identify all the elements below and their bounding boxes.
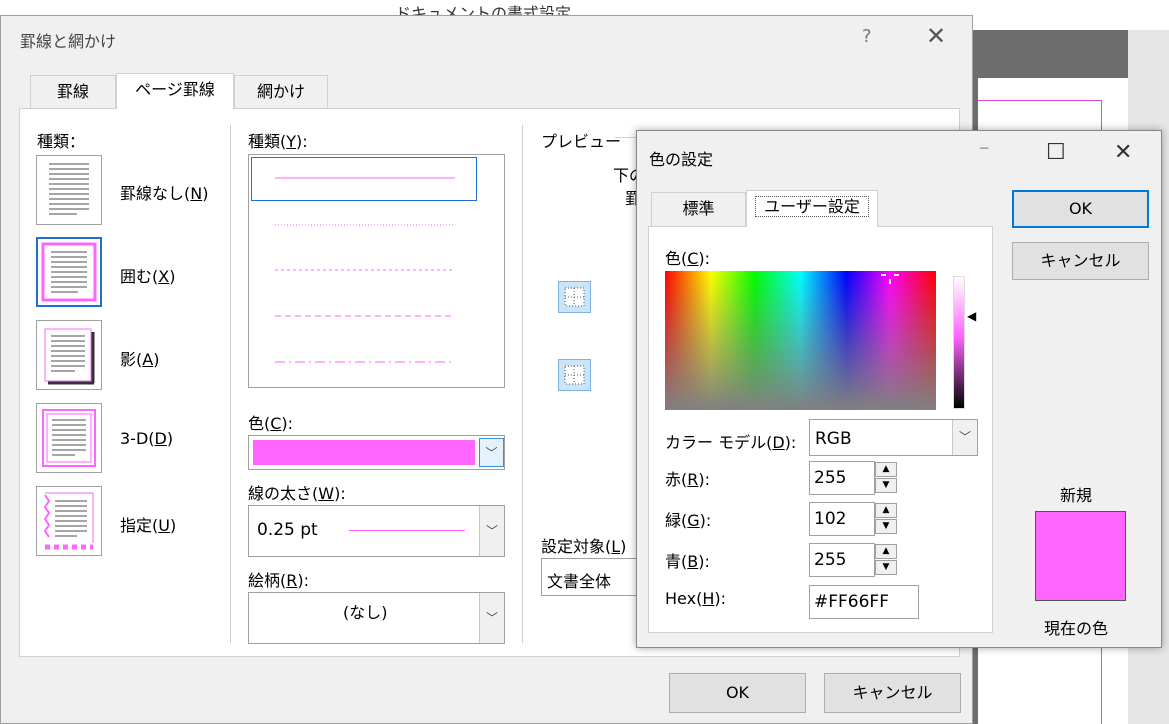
preview-label: プレビュー xyxy=(541,132,622,151)
green-input[interactable]: 102 xyxy=(809,502,875,536)
line-width-dropdown[interactable]: 0.25 pt ﹀ xyxy=(248,505,505,557)
setting-custom-thumbnail[interactable] xyxy=(36,486,102,556)
color-label: 色(C): xyxy=(248,414,294,433)
color-ok-button[interactable]: OK xyxy=(1012,190,1149,228)
color-dropdown[interactable]: ﹀ xyxy=(248,435,505,470)
crosshair-icon[interactable] xyxy=(881,266,899,284)
tab-page-border[interactable]: ページ罫線 xyxy=(116,73,234,109)
setting-none-label[interactable]: 罫線なし(N) xyxy=(120,180,208,204)
current-color-label: 現在の色 xyxy=(1044,619,1109,638)
background-window-title: ドキュメントの書式設定 xyxy=(395,4,572,16)
color-dialog-title: 色の設定 xyxy=(649,150,714,169)
maximize-icon[interactable]: ☐ xyxy=(1046,140,1066,165)
blue-stepper[interactable]: ▲ ▼ xyxy=(875,543,899,577)
increment-icon[interactable]: ▲ xyxy=(875,462,897,477)
setting-custom-label[interactable]: 指定(U) xyxy=(120,512,176,536)
ok-button[interactable]: OK xyxy=(669,673,806,713)
close-icon[interactable]: ✕ xyxy=(926,22,946,50)
color-model-dropdown[interactable]: RGB ﹀ xyxy=(809,419,978,456)
luminance-pointer-icon[interactable]: ◀ xyxy=(967,309,976,323)
tab-custom[interactable]: ユーザー設定 xyxy=(746,190,878,227)
column-divider xyxy=(230,125,231,643)
minimize-icon[interactable]: ─ xyxy=(980,141,988,157)
increment-icon[interactable]: ▲ xyxy=(875,503,897,518)
page-border-line xyxy=(978,100,1102,101)
new-color-label: 新規 xyxy=(1060,486,1093,505)
chevron-down-icon[interactable]: ﹀ xyxy=(479,506,504,556)
apply-to-value: 文書全体 xyxy=(547,572,612,591)
decrement-icon[interactable]: ▼ xyxy=(875,519,897,534)
tab-borders[interactable]: 罫線 xyxy=(30,75,116,108)
color-cancel-button[interactable]: キャンセル xyxy=(1012,242,1149,280)
green-label: 緑(G): xyxy=(665,511,712,530)
help-button[interactable]: ? xyxy=(862,26,872,47)
chevron-down-icon[interactable]: ﹀ xyxy=(952,420,977,455)
chevron-down-icon[interactable]: ﹀ xyxy=(479,438,504,467)
art-label: 絵柄(R): xyxy=(248,571,310,590)
red-stepper[interactable]: ▲ ▼ xyxy=(875,461,899,495)
bottom-border-toggle[interactable] xyxy=(558,359,591,391)
hex-label: Hex(H): xyxy=(665,589,726,608)
dialog-title: 罫線と網かけ xyxy=(20,32,117,51)
top-border-toggle[interactable] xyxy=(558,281,591,313)
page-lines-icon xyxy=(49,163,89,215)
chevron-down-icon[interactable]: ﹀ xyxy=(479,593,504,643)
apply-to-dropdown[interactable]: 文書全体 xyxy=(541,558,641,596)
setting-shadow-label[interactable]: 影(A) xyxy=(120,346,159,370)
page-shadow-border-icon xyxy=(44,328,95,385)
blue-input[interactable]: 255 xyxy=(809,543,875,577)
page-custom-border-icon xyxy=(43,492,94,550)
setting-3d-label[interactable]: 3-D(D) xyxy=(120,429,173,448)
red-label: 赤(R): xyxy=(665,470,711,489)
line-style-list[interactable]: ▲ ▼ xyxy=(248,154,752,388)
tab-standard[interactable]: 標準 xyxy=(651,192,746,226)
cancel-button[interactable]: キャンセル xyxy=(824,673,961,713)
blue-label: 青(B): xyxy=(665,552,710,571)
color-preview-swatch xyxy=(1035,511,1126,601)
red-input[interactable]: 255 xyxy=(809,461,875,495)
style-label: 種類(Y): xyxy=(248,132,308,151)
setting-3d-thumbnail[interactable] xyxy=(36,403,102,473)
close-icon[interactable]: ✕ xyxy=(1114,140,1132,165)
width-label: 線の太さ(W): xyxy=(248,484,346,503)
colors-label: 色(C): xyxy=(665,249,711,268)
tab-custom-label: ユーザー設定 xyxy=(755,196,869,217)
hex-input[interactable]: #FF66FF xyxy=(809,585,919,619)
green-stepper[interactable]: ▲ ▼ xyxy=(875,502,899,536)
luminance-slider[interactable] xyxy=(953,276,965,409)
setting-box-thumbnail[interactable] xyxy=(36,237,102,307)
color-swatch xyxy=(253,440,475,465)
setting-shadow-thumbnail[interactable] xyxy=(36,320,102,390)
page-box-border-icon xyxy=(41,242,97,302)
art-value: (なし) xyxy=(343,603,388,622)
art-dropdown[interactable]: (なし) ﹀ xyxy=(248,592,505,644)
color-model-label: カラー モデル(D): xyxy=(665,433,797,452)
line-width-value: 0.25 pt xyxy=(257,520,318,540)
bottom-border-icon xyxy=(564,365,585,385)
apply-to-label: 設定対象(L) xyxy=(541,537,627,556)
setting-box-label[interactable]: 囲む(X) xyxy=(120,263,175,287)
preview-group-line xyxy=(615,137,637,138)
page-3d-border-icon xyxy=(42,409,96,467)
increment-icon[interactable]: ▲ xyxy=(875,544,897,559)
tab-shading[interactable]: 網かけ xyxy=(234,75,328,108)
line-width-sample xyxy=(349,530,465,531)
top-border-icon xyxy=(564,287,585,307)
color-model-value: RGB xyxy=(815,429,852,449)
decrement-icon[interactable]: ▼ xyxy=(875,560,897,575)
setting-label: 種類： xyxy=(37,132,86,151)
color-spectrum[interactable] xyxy=(665,271,936,410)
setting-none-thumbnail[interactable] xyxy=(36,155,102,225)
decrement-icon[interactable]: ▼ xyxy=(875,478,897,493)
